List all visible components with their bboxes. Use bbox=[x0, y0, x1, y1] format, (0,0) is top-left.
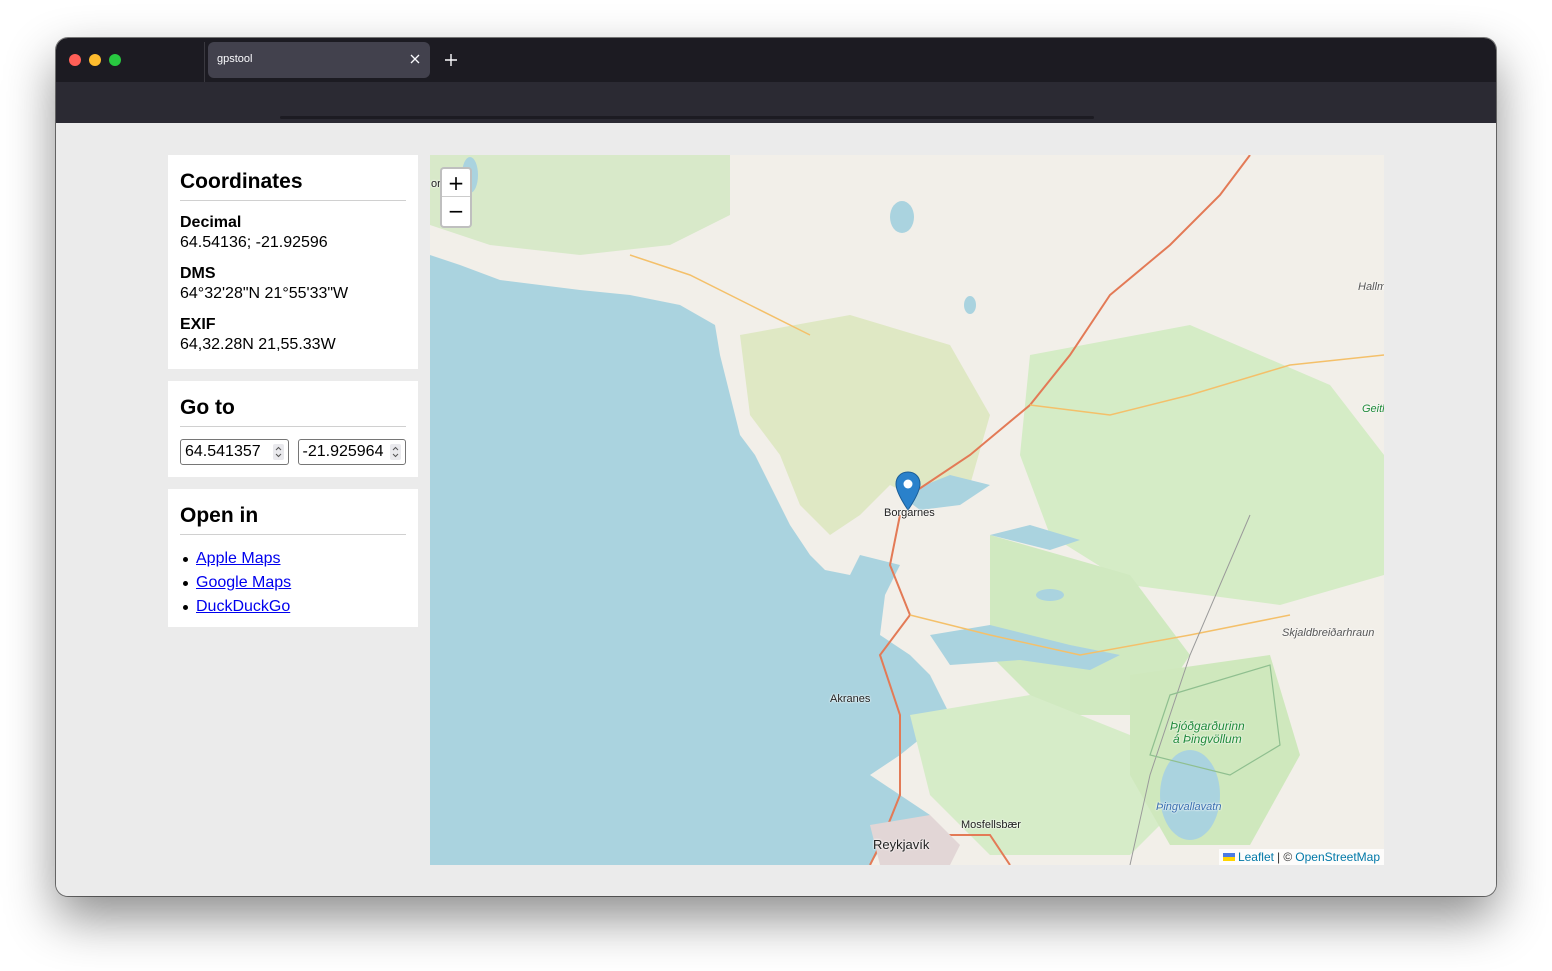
map-label-geitl: Geitl bbox=[1362, 403, 1384, 415]
openstreetmap-link[interactable]: OpenStreetMap bbox=[1295, 849, 1380, 865]
map-label-reykjavik: Reykjavík bbox=[873, 837, 930, 852]
exif-field: EXIF 64,32.28N 21,55.33W bbox=[180, 315, 406, 355]
exif-value: 64,32.28N 21,55.33W bbox=[180, 336, 336, 353]
google-maps-link[interactable]: Google Maps bbox=[196, 571, 291, 595]
map-pin-icon[interactable] bbox=[895, 471, 921, 511]
duckduckgo-link[interactable]: DuckDuckGo bbox=[196, 595, 290, 619]
browser-toolbar bbox=[56, 82, 1496, 123]
open-in-title: Open in bbox=[180, 489, 406, 535]
zoom-control: + − bbox=[440, 167, 472, 228]
decimal-label: Decimal bbox=[180, 214, 242, 231]
open-in-panel: Open in Apple Maps Google Maps DuckDuckG… bbox=[168, 489, 418, 627]
map-label-hallmu: Hallmu bbox=[1358, 281, 1384, 293]
zoom-in-button[interactable]: + bbox=[442, 169, 470, 197]
url-bar[interactable] bbox=[280, 116, 1094, 119]
dms-label: DMS bbox=[180, 265, 216, 282]
goto-title: Go to bbox=[180, 381, 406, 427]
map-label-park-line2: á Þingvöllum bbox=[1173, 732, 1242, 746]
decimal-value: 64.54136; -21.92596 bbox=[180, 234, 328, 251]
longitude-input-box bbox=[297, 439, 406, 465]
close-window-button[interactable] bbox=[69, 54, 81, 66]
map-label-akranes: Akranes bbox=[830, 693, 871, 705]
map-label-park-line1: Þjóðgarðurinn bbox=[1170, 719, 1245, 733]
map-label-mosfellsbaer: Mosfellsbær bbox=[961, 819, 1021, 831]
bullet-icon bbox=[183, 604, 188, 610]
decimal-field: Decimal 64.54136; -21.92596 bbox=[180, 213, 406, 253]
dms-value: 64°32'28"N 21°55'33"W bbox=[180, 285, 349, 302]
page-content: Coordinates Decimal 64.54136; -21.92596 … bbox=[56, 123, 1496, 896]
bullet-icon bbox=[183, 556, 188, 562]
coordinates-title: Coordinates bbox=[180, 155, 406, 201]
marker-label: Borgarnes bbox=[884, 507, 935, 519]
attribution-separator: | © bbox=[1276, 850, 1293, 864]
tab-gpstool[interactable]: gpstool bbox=[208, 42, 430, 78]
close-icon[interactable] bbox=[408, 52, 422, 66]
coordinates-panel: Coordinates Decimal 64.54136; -21.92596 … bbox=[168, 155, 418, 369]
list-item: DuckDuckGo bbox=[180, 595, 406, 619]
map-label-skjaldbreidarhraun: Skjaldbreiðarhraun bbox=[1282, 627, 1375, 639]
map-attribution: Leaflet | © OpenStreetMap bbox=[1218, 849, 1384, 865]
title-bar: gpstool bbox=[56, 38, 1496, 82]
ukraine-flag-icon bbox=[1222, 853, 1235, 861]
plus-icon[interactable] bbox=[442, 51, 460, 69]
latitude-input[interactable] bbox=[181, 440, 267, 464]
goto-inputs bbox=[180, 439, 406, 465]
minimize-window-button[interactable] bbox=[89, 54, 101, 66]
browser-window: gpstool Coordinates Decimal 64.54136; -2… bbox=[56, 38, 1496, 896]
map-label-thingvallavatn: Þingvallavatn bbox=[1156, 801, 1222, 813]
zoom-out-button[interactable]: − bbox=[442, 197, 470, 225]
bullet-icon bbox=[183, 580, 188, 586]
tab-title: gpstool bbox=[217, 53, 253, 65]
tab-separator bbox=[204, 42, 205, 82]
latitude-spinner-icon[interactable] bbox=[272, 444, 284, 460]
list-item: Apple Maps bbox=[180, 547, 406, 571]
exif-label: EXIF bbox=[180, 316, 216, 333]
latitude-input-box bbox=[180, 439, 289, 465]
dms-field: DMS 64°32'28"N 21°55'33"W bbox=[180, 264, 406, 304]
list-item: Google Maps bbox=[180, 571, 406, 595]
map-view[interactable]: Akranes Reykjavík Mosfellsbær Þjóðgarður… bbox=[430, 155, 1384, 865]
longitude-spinner-icon[interactable] bbox=[390, 444, 401, 460]
apple-maps-link[interactable]: Apple Maps bbox=[196, 547, 281, 571]
maximize-window-button[interactable] bbox=[109, 54, 121, 66]
longitude-input[interactable] bbox=[298, 440, 385, 464]
open-in-list: Apple Maps Google Maps DuckDuckGo bbox=[180, 547, 406, 619]
map-label-park: Þjóðgarðurinn á Þingvöllum bbox=[1170, 720, 1245, 746]
goto-panel: Go to bbox=[168, 381, 418, 477]
leaflet-link[interactable]: Leaflet bbox=[1238, 849, 1274, 865]
